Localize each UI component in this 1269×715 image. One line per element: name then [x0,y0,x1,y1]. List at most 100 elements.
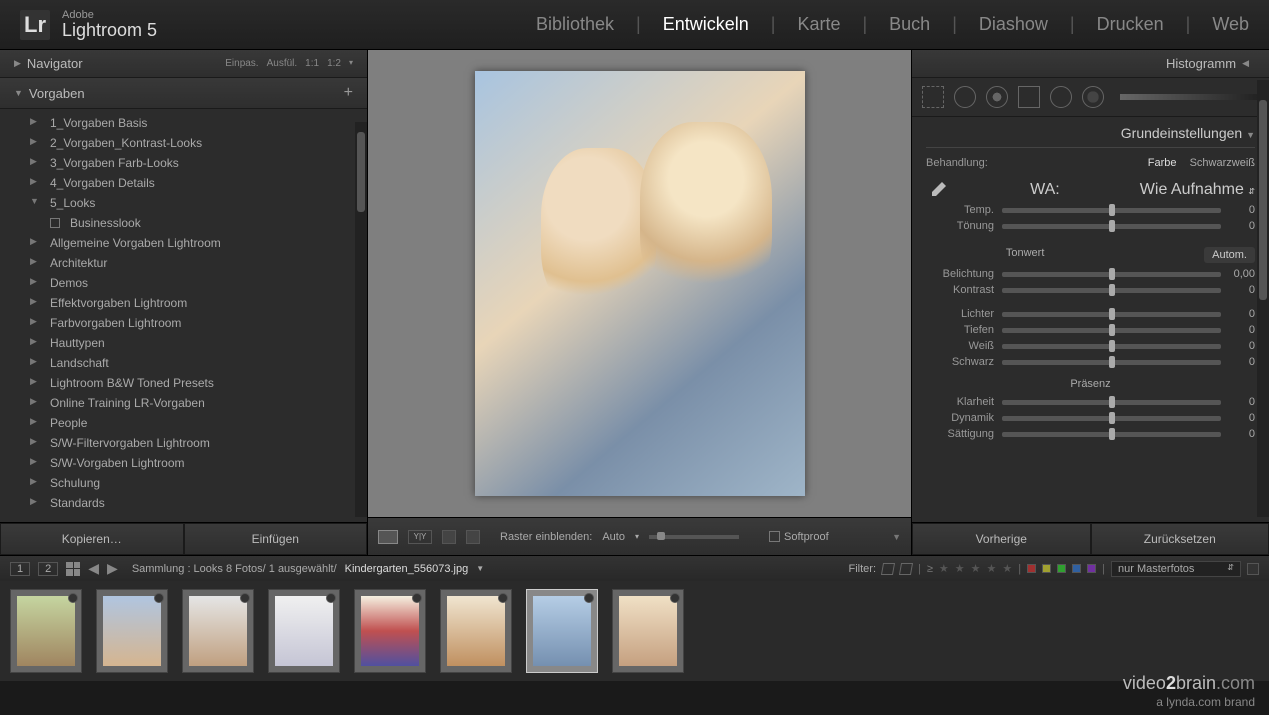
thumbnail[interactable] [96,589,168,673]
preset-folder[interactable]: ▶Schulung [0,473,367,493]
slider-value[interactable]: 0 [1221,284,1255,296]
slider-value[interactable]: 0 [1221,340,1255,352]
slider-tint[interactable]: Tönung0 [926,218,1255,234]
slider-track[interactable] [1002,272,1221,277]
left-scrollbar[interactable] [355,122,367,517]
add-preset-button[interactable]: + [344,84,353,102]
grid-view-icon[interactable] [66,562,80,576]
preset-folder[interactable]: ▶S/W-Vorgaben Lightroom [0,453,367,473]
filename-dropdown-icon[interactable]: ▼ [476,564,484,573]
preset-folder[interactable]: ▼5_Looks [0,193,367,213]
navigator-header[interactable]: ▶ Navigator Einpas.Ausfül.1:11:2▾ [0,50,367,78]
zoom-option[interactable]: 1:1 [305,58,319,69]
preset-folder[interactable]: ▶Effektvorgaben Lightroom [0,293,367,313]
slider-track[interactable] [1002,360,1221,365]
crop-tool-icon[interactable] [922,86,944,108]
thumbnail[interactable] [612,589,684,673]
module-tab-entwickeln[interactable]: Entwickeln [663,14,749,35]
filter-lock-icon[interactable] [1247,563,1259,575]
secondary-display-2[interactable]: 2 [38,562,58,576]
flag-pick-icon[interactable] [881,563,895,575]
tool-slider[interactable] [1120,94,1259,100]
thumb-flag-icon[interactable] [154,593,164,603]
redeye-tool-icon[interactable] [986,86,1008,108]
treatment-color[interactable]: Farbe [1148,157,1177,169]
slider-track[interactable] [1002,344,1221,349]
slider-handle[interactable] [1109,284,1115,296]
reset-button[interactable]: Zurücksetzen [1091,523,1269,555]
slider-handle[interactable] [1109,308,1115,320]
thumb-flag-icon[interactable] [584,593,594,603]
preset-tree[interactable]: ▶1_Vorgaben Basis▶2_Vorgaben_Kontrast-Lo… [0,109,367,522]
basic-section-title[interactable]: Grundeinstellungen ▼ [926,117,1255,148]
preset-folder[interactable]: ▶Demos [0,273,367,293]
thumbnail[interactable] [268,589,340,673]
slider-value[interactable]: 0 [1221,428,1255,440]
filter-preset-dropdown[interactable]: nur Masterfotos⇵ [1111,561,1241,577]
view-option-icon-2[interactable] [466,530,480,544]
preset-folder[interactable]: ▶S/W-Filtervorgaben Lightroom [0,433,367,453]
star-filter-icon[interactable]: ★ [1002,562,1012,575]
zoom-dropdown-icon[interactable]: ▾ [349,58,353,69]
image-viewport[interactable] [368,50,911,517]
thumb-flag-icon[interactable] [498,593,508,603]
treatment-bw[interactable]: Schwarzweiß [1190,157,1255,169]
adjustment-brush-icon[interactable] [1082,86,1104,108]
preset-folder[interactable]: ▶Farbvorgaben Lightroom [0,313,367,333]
slider-handle[interactable] [1109,396,1115,408]
color-label-yellow[interactable] [1042,564,1051,573]
next-photo-button[interactable]: ▶ [107,560,118,577]
thumbnail[interactable] [10,589,82,673]
module-tab-bibliothek[interactable]: Bibliothek [536,14,614,35]
prev-photo-button[interactable]: ◀ [88,560,99,577]
thumbnail[interactable] [354,589,426,673]
slider-exposure[interactable]: Belichtung0,00 [926,266,1255,282]
slider-track[interactable] [1002,224,1221,229]
slider-value[interactable]: 0 [1221,204,1255,216]
slider-track[interactable] [1002,208,1221,213]
filmstrip[interactable] [0,581,1269,681]
collection-path[interactable]: Sammlung : Looks 8 Fotos/ 1 ausgewählt/ [132,563,337,575]
dropdown-caret-icon[interactable]: ▾ [635,532,639,541]
module-tab-diashow[interactable]: Diashow [979,14,1048,35]
slider-vibrance[interactable]: Dynamik0 [926,410,1255,426]
color-label-purple[interactable] [1087,564,1096,573]
slider-handle[interactable] [1109,428,1115,440]
preset-folder[interactable]: ▶3_Vorgaben Farb-Looks [0,153,367,173]
slider-value[interactable]: 0 [1221,356,1255,368]
thumbnail[interactable] [526,589,598,673]
zoom-option[interactable]: 1:2 [327,58,341,69]
preset-folder[interactable]: ▶Allgemeine Vorgaben Lightroom [0,233,367,253]
preset-folder[interactable]: ▶Standards [0,493,367,513]
wb-preset-dropdown[interactable]: Wie Aufnahme ⇵ [1140,181,1255,199]
thumb-flag-icon[interactable] [326,593,336,603]
slider-value[interactable]: 0 [1221,324,1255,336]
module-tab-web[interactable]: Web [1212,14,1249,35]
preset-folder[interactable]: ▶Hauttypen [0,333,367,353]
slider-handle[interactable] [1109,356,1115,368]
loupe-view-icon[interactable] [378,530,398,544]
module-tab-buch[interactable]: Buch [889,14,930,35]
zoom-option[interactable]: Ausfül. [267,58,298,69]
preset-folder[interactable]: ▶Lightroom B&W Toned Presets [0,373,367,393]
color-label-green[interactable] [1057,564,1066,573]
preset-folder[interactable]: ▶People [0,413,367,433]
preset-folder[interactable]: ▶Online Training LR-Vorgaben [0,393,367,413]
paste-button[interactable]: Einfügen [184,523,368,555]
slider-handle[interactable] [1109,204,1115,216]
preset-folder[interactable]: ▶1_Vorgaben Basis [0,113,367,133]
softproof-toggle[interactable]: Softproof [769,531,829,543]
slider-shadows[interactable]: Tiefen0 [926,322,1255,338]
star-filter-icon[interactable]: ★ [987,562,997,575]
graduated-filter-icon[interactable] [1018,86,1040,108]
slider-track[interactable] [1002,416,1221,421]
auto-tone-button[interactable]: Autom. [1204,247,1255,263]
thumb-flag-icon[interactable] [670,593,680,603]
slider-contrast[interactable]: Kontrast0 [926,282,1255,298]
histogram-header[interactable]: Histogramm ◀ [912,50,1269,78]
slider-handle[interactable] [1109,324,1115,336]
grid-overlay-value[interactable]: Auto [602,531,625,543]
slider-handle[interactable] [1109,220,1115,232]
spot-removal-icon[interactable] [954,86,976,108]
slider-value[interactable]: 0 [1221,220,1255,232]
